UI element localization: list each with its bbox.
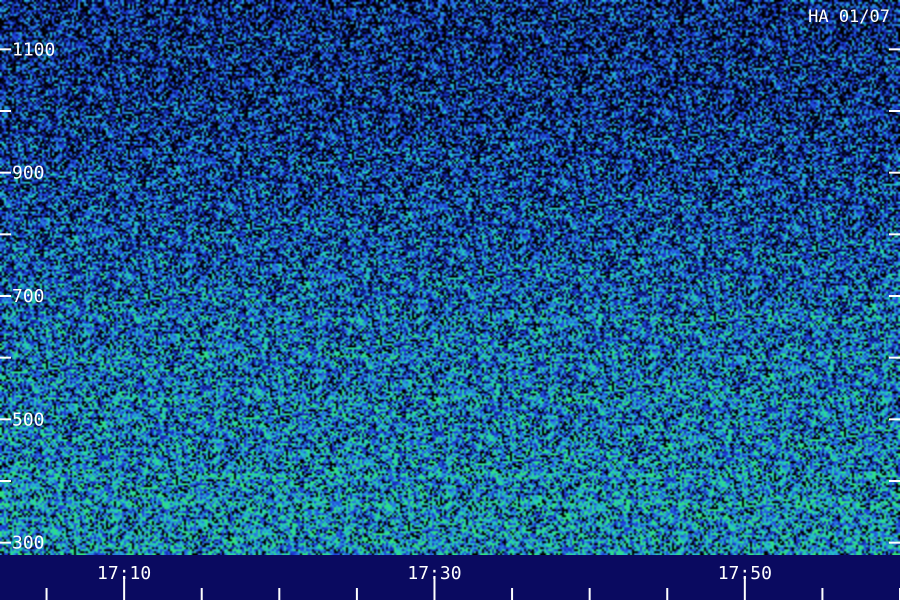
corner-label: HA 01/07	[808, 7, 890, 27]
frequency-tick-label: 700	[12, 286, 45, 307]
time-tick-label: 17:10	[97, 563, 151, 584]
spectrogram-heatmap	[0, 0, 900, 555]
time-tick-label: 17:30	[407, 563, 461, 584]
frequency-tick-label: 1100	[12, 39, 55, 60]
frequency-tick-label: 500	[12, 409, 45, 430]
spectrogram-svg: 17:10 17:30 17:50 1100 900 700 500 300 HA 01/0…	[0, 0, 900, 600]
spectrogram-chart: 17:10 17:30 17:50 1100 900 700 500 300 HA 01/0…	[0, 0, 900, 600]
time-tick-label: 17:50	[718, 563, 772, 584]
frequency-tick-label: 300	[12, 533, 45, 554]
frequency-tick-label: 900	[12, 163, 45, 184]
